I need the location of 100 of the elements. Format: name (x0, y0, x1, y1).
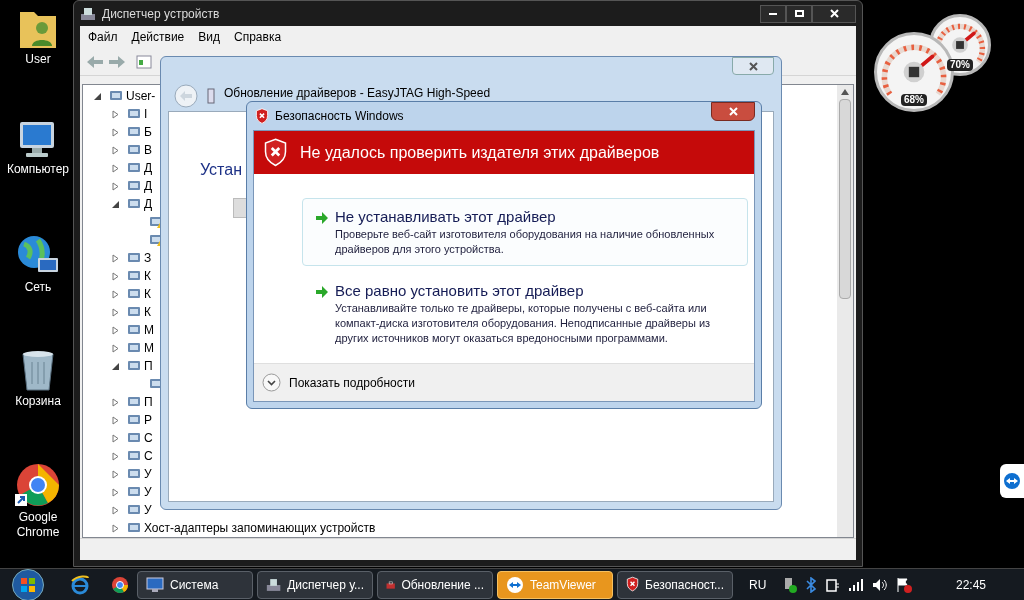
tree-item-label[interactable]: С (144, 447, 153, 465)
desktop-icon-label[interactable]: Google Chrome (3, 510, 73, 540)
scrollbar[interactable] (837, 85, 853, 537)
gauge-reading: 70% (947, 58, 973, 71)
expand-arrow-icon[interactable] (111, 181, 120, 191)
device-icon (127, 467, 143, 481)
expand-arrow-icon[interactable] (111, 307, 120, 317)
device-icon (206, 88, 216, 104)
device-icon (109, 89, 125, 103)
taskbar-button[interactable]: Безопасност... (617, 570, 733, 599)
menu-item[interactable]: Вид (198, 28, 220, 46)
expand-arrow-icon[interactable] (111, 343, 120, 353)
tree-item-label[interactable]: Д (144, 195, 153, 213)
desktop-icon-label[interactable]: Корзина (3, 394, 73, 409)
taskbar-button[interactable]: Обновление ... (377, 570, 493, 599)
tree-item-label[interactable]: Д (144, 159, 153, 177)
start-button[interactable] (12, 568, 44, 600)
tree-item-label[interactable]: М (144, 321, 154, 339)
maximize-button[interactable] (786, 4, 812, 23)
back-arrow-icon[interactable] (86, 54, 104, 69)
tree-item-label[interactable]: В (144, 141, 152, 159)
action-center-flag-icon[interactable] (896, 576, 913, 593)
minimize-button[interactable] (760, 4, 786, 23)
collapse-arrow-icon[interactable] (111, 361, 120, 371)
expand-arrow-icon[interactable] (111, 145, 120, 155)
forward-arrow-icon[interactable] (108, 54, 126, 69)
expand-arrow-icon[interactable] (111, 163, 120, 173)
tree-item-label[interactable]: У (144, 483, 152, 501)
tree-item-label[interactable]: М (144, 339, 154, 357)
taskbar-button[interactable]: Система (137, 570, 253, 599)
desktop-icon-label[interactable]: User (3, 52, 73, 67)
menu-item[interactable]: Действие (131, 28, 185, 46)
arrow-icon (315, 212, 329, 224)
expand-arrow-icon[interactable] (111, 109, 120, 119)
device-icon (127, 161, 143, 175)
expand-arrow-icon[interactable] (111, 127, 120, 137)
device-icon (127, 359, 143, 373)
expand-arrow-icon[interactable] (111, 415, 120, 425)
tree-item-label[interactable]: С (144, 429, 153, 447)
shield-error-icon (263, 138, 288, 167)
tree-item-label[interactable]: К (144, 285, 151, 303)
expand-arrow-icon[interactable] (111, 469, 120, 479)
tree-item-label[interactable]: К (144, 303, 151, 321)
internet-explorer-icon[interactable] (70, 574, 90, 595)
close-button[interactable] (812, 4, 856, 23)
expand-arrow-icon[interactable] (111, 271, 120, 281)
expand-arrow-icon[interactable] (111, 433, 120, 443)
desktop-icon-label[interactable]: Сеть (3, 280, 73, 295)
power-plug-icon[interactable] (824, 576, 841, 593)
teamviewer-side-tab[interactable] (1000, 464, 1024, 498)
usb-device-icon[interactable] (782, 576, 799, 593)
expand-arrow-icon[interactable] (111, 289, 120, 299)
dialog-title: Безопасность Windows (275, 108, 404, 125)
tree-item-label[interactable]: З (144, 249, 152, 267)
expand-arrow-icon[interactable] (111, 397, 120, 407)
menu-item[interactable]: Файл (88, 28, 118, 46)
computer-icon (146, 576, 164, 593)
command-link[interactable]: Не устанавливать этот драйвер Проверьте веб-сайт изготовителя оборудования на наличие обновленных драйверов для этого устройства. (302, 198, 748, 266)
taskbar-button[interactable]: Диспетчер у... (257, 570, 373, 599)
shield-error-icon (626, 576, 640, 593)
expand-arrow-icon[interactable] (111, 325, 120, 335)
expand-arrow-icon[interactable] (111, 505, 120, 515)
dialog-heading: Не удалось проверить издателя этих драйверов (300, 142, 660, 163)
menu-item[interactable]: Справка (234, 28, 282, 46)
expand-arrow-icon[interactable] (111, 451, 120, 461)
show-details-button[interactable]: Показать подробности (262, 373, 415, 392)
browser-icon[interactable] (111, 575, 129, 594)
expand-arrow-icon[interactable] (111, 487, 120, 497)
bluetooth-icon[interactable] (806, 576, 817, 593)
clock[interactable]: 22:45 (955, 575, 986, 594)
arrow-icon (315, 286, 329, 298)
tree-item-label[interactable]: Д (144, 177, 153, 195)
shield-error-icon (255, 107, 269, 125)
expand-arrow-icon[interactable] (111, 523, 120, 533)
tree-item-label[interactable]: Хост-адаптеры запоминающих устройств (144, 519, 376, 537)
tree-item-label[interactable]: У (144, 465, 152, 483)
tree-item-label[interactable]: I (144, 105, 148, 123)
tree-item-label[interactable]: У (144, 501, 152, 519)
device-icon (127, 521, 143, 535)
device-icon (127, 413, 143, 427)
device-icon (127, 269, 143, 283)
signal-bars-icon[interactable] (848, 577, 865, 592)
close-button[interactable] (711, 102, 755, 121)
collapse-arrow-icon[interactable] (93, 91, 102, 101)
device-icon (127, 395, 143, 409)
tree-item-label[interactable]: П (144, 393, 153, 411)
desktop-icon-label[interactable]: Компьютер (3, 162, 73, 177)
language-indicator[interactable]: RU (749, 575, 767, 594)
scroll-up-arrow-icon[interactable] (841, 89, 849, 95)
device-icon (127, 125, 143, 139)
collapse-arrow-icon[interactable] (111, 199, 120, 209)
tree-item-label[interactable]: Б (144, 123, 152, 141)
tree-item-label[interactable]: П (144, 357, 153, 375)
expand-arrow-icon[interactable] (111, 253, 120, 263)
properties-icon[interactable] (136, 54, 152, 69)
tree-item-label[interactable]: К (144, 267, 151, 285)
tree-item-label[interactable]: User- (126, 87, 156, 105)
device-icon (127, 431, 143, 445)
tree-item-label[interactable]: Р (144, 411, 152, 429)
speaker-icon[interactable] (872, 577, 889, 592)
